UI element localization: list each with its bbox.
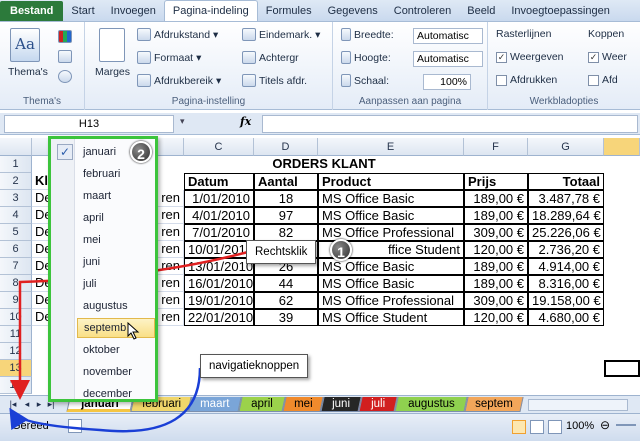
navigatieknoppen-callout: navigatieknoppen	[200, 354, 309, 378]
rechtsklik-callout: Rechtsklik	[246, 240, 317, 264]
menu-item-februari[interactable]: februari	[77, 164, 155, 184]
menu-item-juni[interactable]: juni	[77, 252, 155, 272]
checkmark-icon: ✓	[57, 144, 73, 160]
popup-gutter	[51, 139, 75, 399]
menu-item-mei[interactable]: mei	[77, 230, 155, 250]
menu-item-september[interactable]: septemb	[77, 318, 155, 338]
menu-item-oktober[interactable]: oktober	[77, 340, 155, 360]
menu-item-april[interactable]: april	[77, 208, 155, 228]
menu-item-augustus[interactable]: augustus	[77, 296, 155, 316]
menu-item-december[interactable]: december	[77, 384, 155, 404]
menu-item-juli[interactable]: juli	[77, 274, 155, 294]
menu-item-november[interactable]: november	[77, 362, 155, 382]
mouse-cursor-icon	[127, 322, 140, 340]
step-badge-2: 2	[130, 141, 152, 163]
menu-item-maart[interactable]: maart	[77, 186, 155, 206]
sheet-list-popup: ✓ januari februari maart april mei juni …	[48, 136, 158, 402]
step-badge-1: 1	[330, 239, 352, 261]
